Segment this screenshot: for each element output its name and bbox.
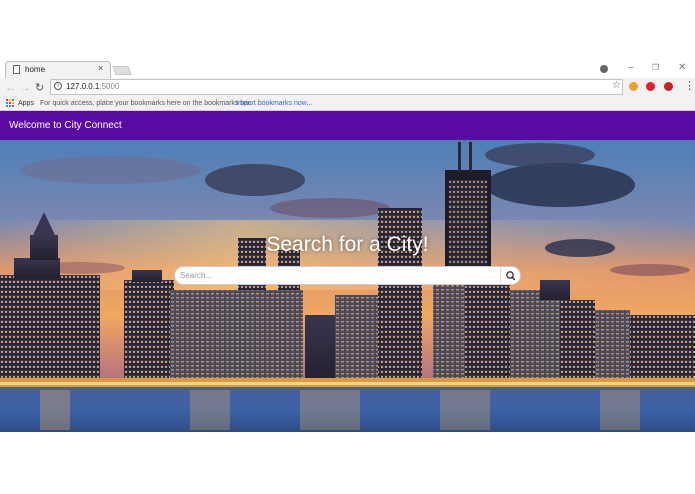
info-icon[interactable]: i	[54, 82, 62, 90]
bookmark-star-icon[interactable]: ☆	[612, 80, 621, 92]
address-bar[interactable]	[50, 79, 623, 95]
app-title: Welcome to City Connect	[9, 120, 122, 131]
page-icon	[13, 65, 20, 74]
search-icon	[506, 271, 516, 281]
search-divider	[500, 267, 501, 284]
hero-skyline-image	[0, 140, 695, 432]
tab-title: home	[25, 65, 46, 74]
opera-extension-icon[interactable]	[646, 82, 655, 91]
forward-icon[interactable]: →	[20, 81, 31, 95]
url-host: 127.0.0.1	[66, 82, 100, 91]
minimize-icon[interactable]: –	[628, 62, 634, 74]
adblock-extension-icon[interactable]	[664, 82, 673, 91]
browser-tab[interactable]	[5, 61, 111, 78]
browser-menu-icon[interactable]: ⋮	[684, 80, 695, 92]
reload-icon[interactable]: ↻	[35, 81, 44, 95]
bookmarks-hint: For quick access, place your bookmarks h…	[40, 100, 253, 107]
tab-close-icon[interactable]: ×	[98, 63, 103, 74]
url-port: :5000	[99, 82, 120, 91]
new-tab-button[interactable]	[112, 66, 132, 75]
cookie-extension-icon[interactable]	[629, 82, 638, 91]
profile-icon[interactable]	[600, 65, 608, 73]
apps-grid-icon[interactable]	[6, 99, 15, 108]
url-text[interactable]: 127.0.0.1:5000	[66, 81, 119, 92]
search-button[interactable]	[502, 267, 520, 284]
restore-icon[interactable]: ❐	[652, 62, 659, 74]
hero-heading: Search for a City!	[266, 233, 429, 256]
window-close-icon[interactable]: ✕	[678, 62, 686, 74]
apps-link[interactable]: Apps	[18, 99, 34, 108]
import-bookmarks-link[interactable]: Import bookmarks now...	[236, 99, 312, 108]
search-input[interactable]	[180, 268, 490, 282]
back-icon[interactable]: ←	[5, 81, 16, 95]
